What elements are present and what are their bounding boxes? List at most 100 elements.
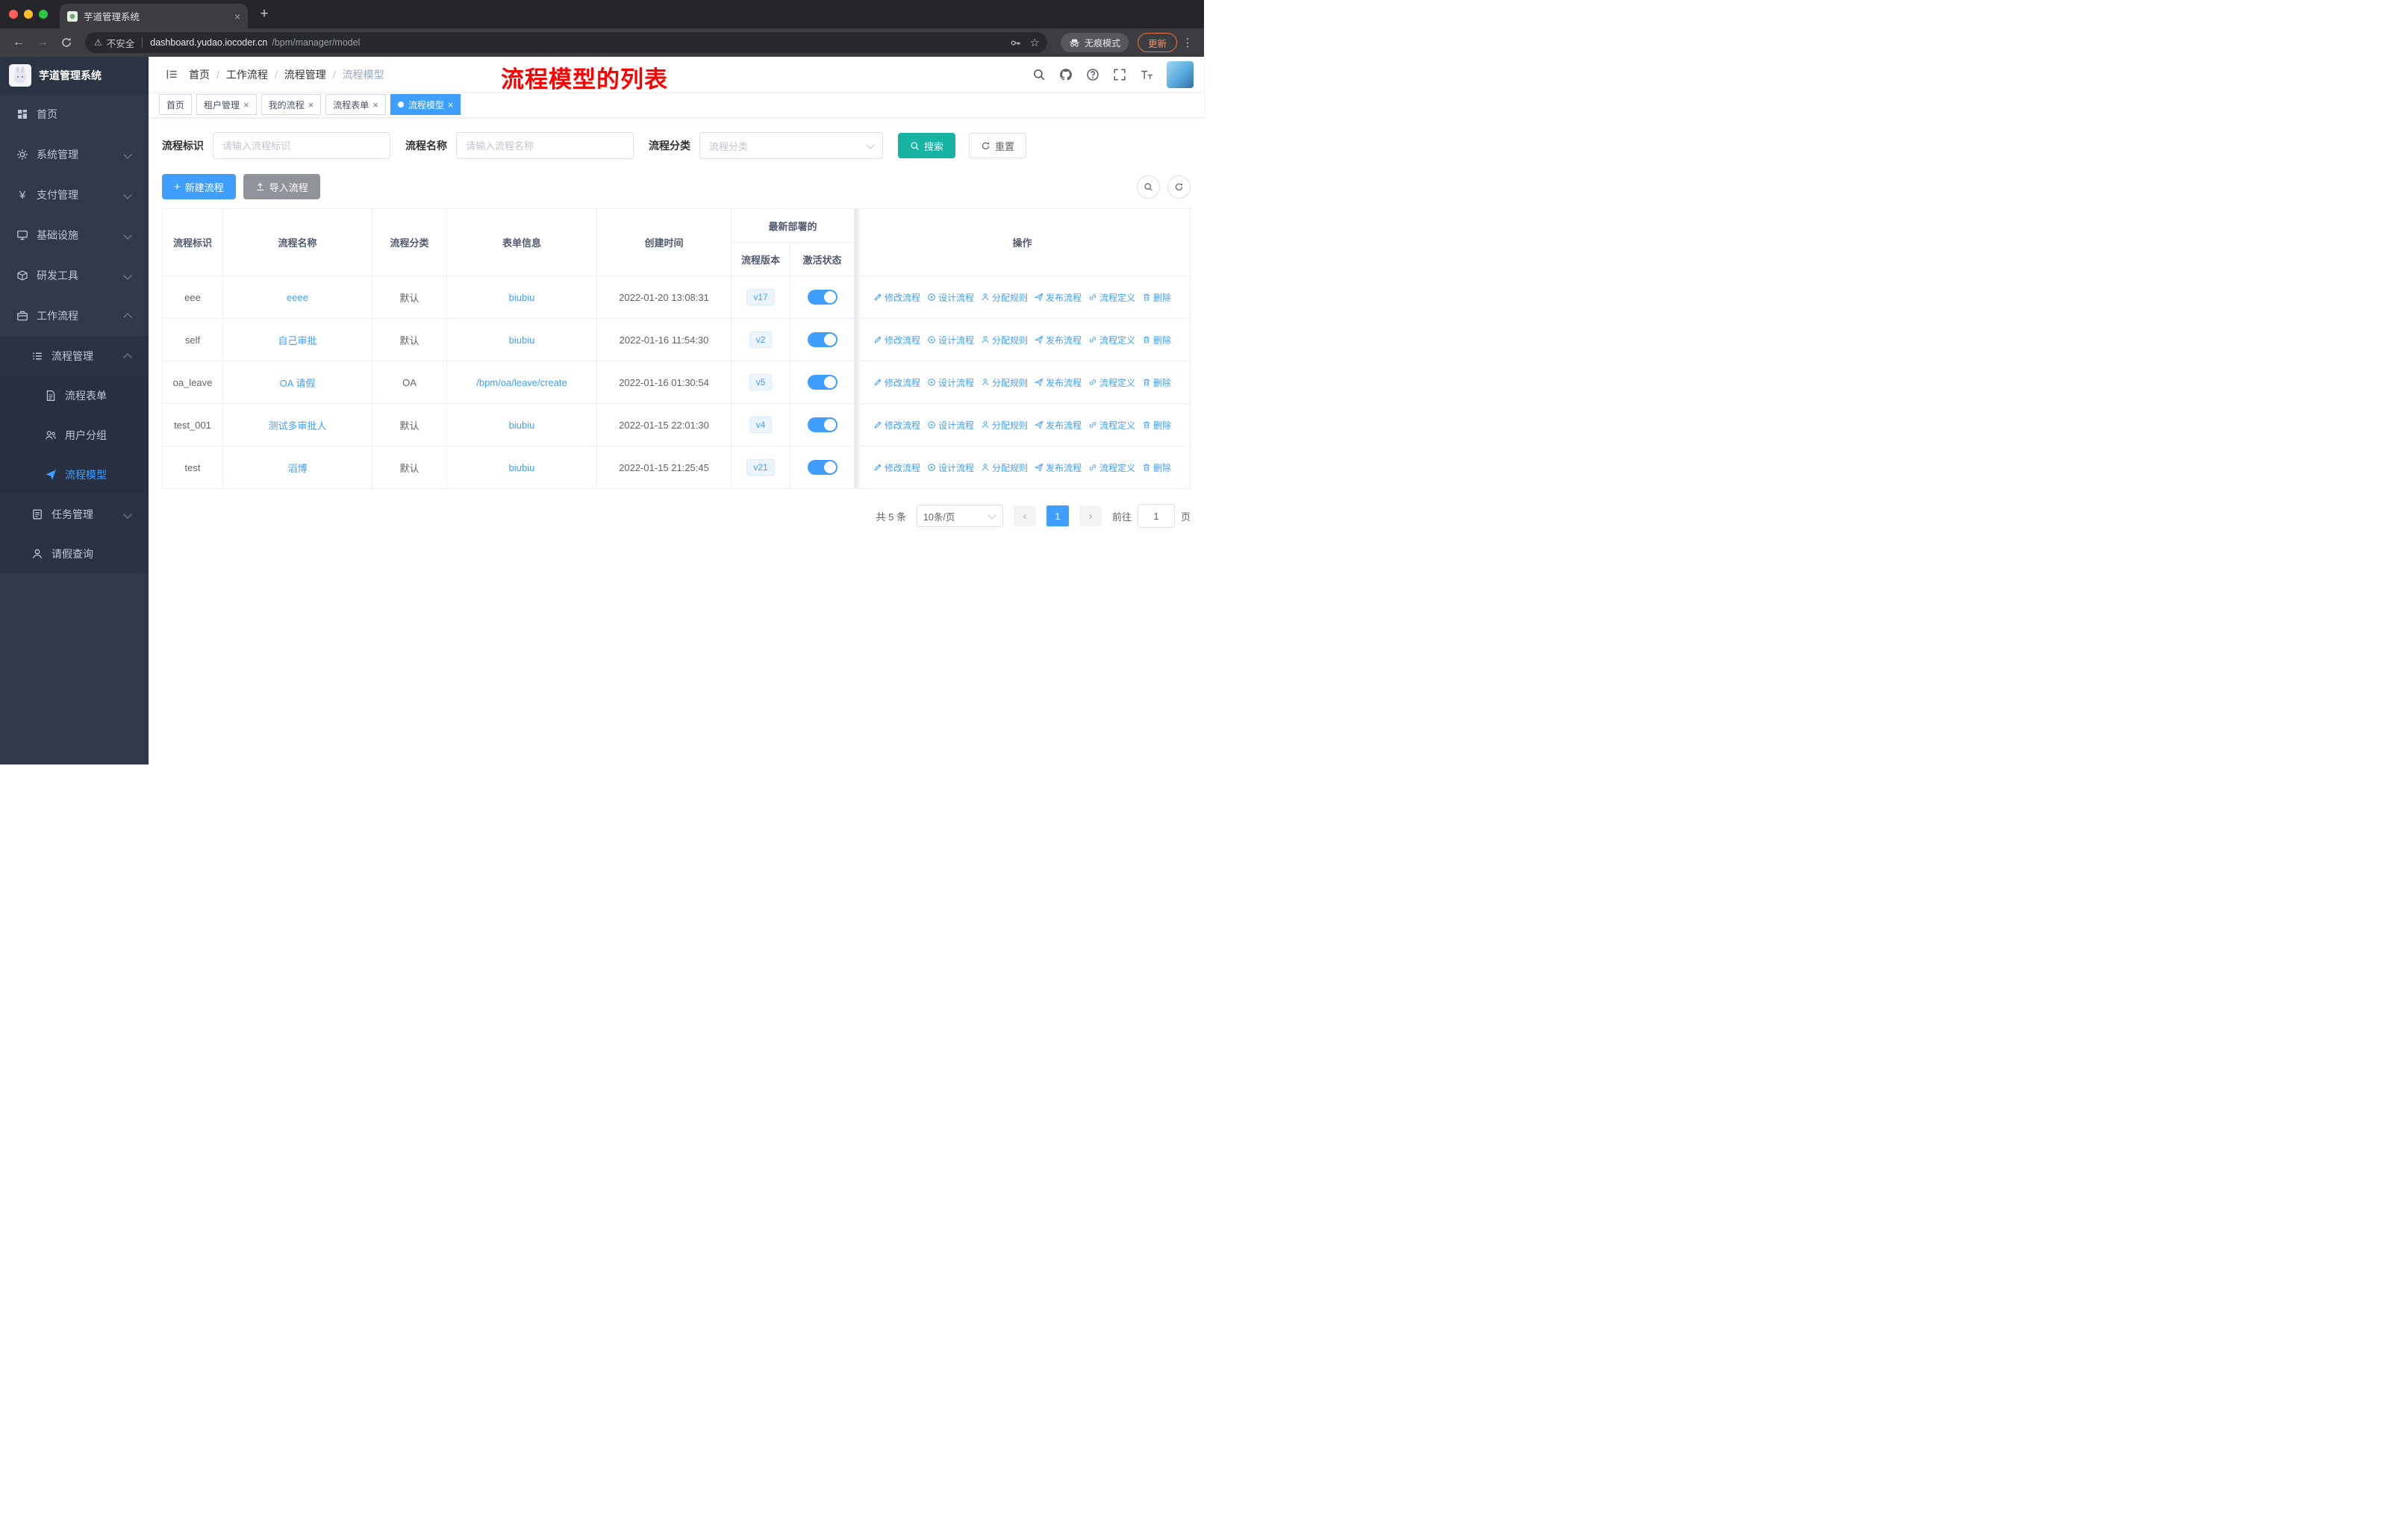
back-icon[interactable]: ←: [7, 31, 30, 54]
refresh-table-button[interactable]: [1167, 175, 1191, 199]
process-name-link[interactable]: OA 请假: [280, 378, 316, 389]
action-process-definition[interactable]: 流程定义: [1088, 291, 1135, 304]
process-name-link[interactable]: eeee: [287, 292, 308, 303]
close-window-button[interactable]: [9, 10, 18, 19]
action-assign-rule[interactable]: 分配规则: [981, 291, 1028, 304]
sidebar-item-dev-tools[interactable]: 研发工具: [0, 255, 149, 296]
process-category-select[interactable]: 流程分类: [699, 132, 883, 159]
reset-button[interactable]: 重置: [969, 133, 1027, 158]
sidebar-item-process-management[interactable]: 流程管理: [0, 336, 149, 376]
key-icon[interactable]: [1010, 37, 1021, 49]
sidebar-item-system-management[interactable]: 系统管理: [0, 134, 149, 175]
action-design-process[interactable]: 设计流程: [927, 334, 974, 346]
close-icon[interactable]: ×: [243, 100, 249, 110]
sidebar-item-home[interactable]: 首页: [0, 94, 149, 134]
prev-page-button[interactable]: ‹: [1013, 505, 1036, 526]
app-logo[interactable]: 芋道管理系统: [0, 57, 149, 94]
reload-icon[interactable]: [55, 31, 78, 54]
github-icon[interactable]: [1059, 68, 1073, 81]
active-toggle[interactable]: [807, 417, 838, 432]
action-delete[interactable]: 删除: [1142, 461, 1171, 474]
action-design-process[interactable]: 设计流程: [927, 419, 974, 432]
close-icon[interactable]: ×: [308, 100, 314, 110]
action-publish-process[interactable]: 发布流程: [1035, 334, 1082, 346]
action-process-definition[interactable]: 流程定义: [1088, 461, 1135, 474]
close-icon[interactable]: ×: [448, 100, 454, 110]
update-button[interactable]: 更新: [1137, 33, 1177, 52]
sidebar-item-leave-query[interactable]: 请假查询: [0, 534, 149, 573]
breadcrumb-item-home[interactable]: 首页: [189, 67, 210, 82]
action-design-process[interactable]: 设计流程: [927, 461, 974, 474]
active-toggle[interactable]: [807, 460, 838, 475]
form-info-link[interactable]: /bpm/oa/leave/create: [476, 377, 567, 388]
tag-process-model[interactable]: 流程模型 ×: [390, 94, 461, 115]
action-publish-process[interactable]: 发布流程: [1035, 291, 1082, 304]
page-size-select[interactable]: 10条/页: [916, 505, 1003, 527]
sidebar-item-process-form[interactable]: 流程表单: [0, 376, 149, 415]
action-delete[interactable]: 删除: [1142, 334, 1171, 346]
form-info-link[interactable]: biubiu: [509, 462, 535, 473]
action-modify-process[interactable]: 修改流程: [873, 334, 920, 346]
font-size-icon[interactable]: [1140, 68, 1153, 81]
process-name-input[interactable]: [456, 132, 634, 159]
process-name-link[interactable]: 测试多审批人: [268, 420, 326, 432]
goto-page-input[interactable]: [1137, 504, 1175, 528]
active-toggle[interactable]: [807, 332, 838, 347]
sidebar-item-user-group[interactable]: 用户分组: [0, 415, 149, 455]
action-assign-rule[interactable]: 分配规则: [981, 376, 1028, 389]
tag-home[interactable]: 首页: [159, 94, 193, 115]
action-design-process[interactable]: 设计流程: [927, 291, 974, 304]
tag-process-form[interactable]: 流程表单 ×: [325, 94, 386, 115]
breadcrumb-item-process-management[interactable]: 流程管理: [284, 67, 326, 82]
sidebar-item-infrastructure[interactable]: 基础设施: [0, 215, 149, 255]
active-toggle[interactable]: [807, 375, 838, 390]
import-process-button[interactable]: 导入流程: [243, 174, 320, 199]
action-publish-process[interactable]: 发布流程: [1035, 376, 1082, 389]
action-process-definition[interactable]: 流程定义: [1088, 419, 1135, 432]
process-id-input[interactable]: [213, 132, 390, 159]
action-modify-process[interactable]: 修改流程: [873, 461, 920, 474]
action-publish-process[interactable]: 发布流程: [1035, 419, 1082, 432]
maximize-window-button[interactable]: [39, 10, 48, 19]
action-modify-process[interactable]: 修改流程: [873, 291, 920, 304]
search-button[interactable]: 搜索: [898, 133, 956, 158]
search-icon[interactable]: [1032, 68, 1046, 81]
action-process-definition[interactable]: 流程定义: [1088, 376, 1135, 389]
action-modify-process[interactable]: 修改流程: [873, 376, 920, 389]
action-delete[interactable]: 删除: [1142, 419, 1171, 432]
process-name-link[interactable]: 滔博: [287, 463, 307, 474]
tab-close-icon[interactable]: ×: [234, 10, 240, 22]
sidebar-item-process-model[interactable]: 流程模型: [0, 455, 149, 494]
fullscreen-icon[interactable]: [1113, 68, 1126, 81]
sidebar-item-task-management[interactable]: 任务管理: [0, 494, 149, 534]
tag-my-process[interactable]: 我的流程 ×: [261, 94, 322, 115]
breadcrumb-item-workflow[interactable]: 工作流程: [226, 67, 268, 82]
form-info-link[interactable]: biubiu: [509, 420, 535, 431]
show-search-button[interactable]: [1137, 175, 1160, 199]
action-assign-rule[interactable]: 分配规则: [981, 334, 1028, 346]
bookmark-star-icon[interactable]: ☆: [1030, 36, 1040, 49]
tag-tenant-management[interactable]: 租户管理 ×: [196, 94, 257, 115]
process-name-link[interactable]: 自己审批: [278, 335, 316, 346]
new-tab-button[interactable]: +: [254, 4, 275, 25]
close-icon[interactable]: ×: [372, 100, 378, 110]
active-toggle[interactable]: [807, 290, 838, 305]
security-label[interactable]: 不安全: [107, 36, 135, 50]
action-delete[interactable]: 删除: [1142, 291, 1171, 304]
action-process-definition[interactable]: 流程定义: [1088, 334, 1135, 346]
action-design-process[interactable]: 设计流程: [927, 376, 974, 389]
sidebar-item-workflow[interactable]: 工作流程: [0, 296, 149, 336]
sidebar-item-payment-management[interactable]: ¥ 支付管理: [0, 175, 149, 215]
avatar[interactable]: [1167, 60, 1194, 88]
action-assign-rule[interactable]: 分配规则: [981, 461, 1028, 474]
current-page-button[interactable]: 1: [1046, 505, 1069, 526]
address-bar[interactable]: ⚠ 不安全 dashboard.yudao.iocoder.cn/bpm/man…: [85, 32, 1047, 53]
help-icon[interactable]: [1086, 68, 1099, 81]
action-delete[interactable]: 删除: [1142, 376, 1171, 389]
collapse-sidebar-icon[interactable]: [159, 62, 184, 87]
forward-icon[interactable]: →: [31, 31, 54, 54]
next-page-button[interactable]: ›: [1079, 505, 1102, 526]
minimize-window-button[interactable]: [24, 10, 33, 19]
form-info-link[interactable]: biubiu: [509, 334, 535, 346]
browser-tab[interactable]: 芋道管理系统 ×: [60, 4, 248, 28]
